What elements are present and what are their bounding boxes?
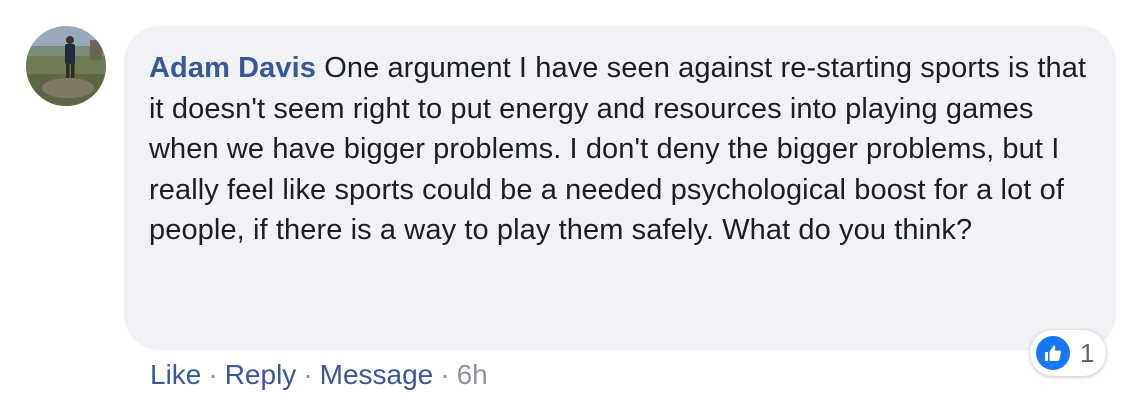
timestamp[interactable]: 6h [457, 359, 488, 390]
thumbs-up-icon [1034, 334, 1072, 372]
separator-dot: · [303, 359, 313, 390]
reaction-summary[interactable]: 1 [1030, 330, 1107, 376]
reply-button[interactable]: Reply [225, 359, 297, 390]
comment-actions: Like · Reply · Message · 6h [150, 357, 488, 393]
previous-reply-fragment [150, 0, 340, 6]
comment-thread: Adam Davis One argument I have seen agai… [0, 0, 1140, 415]
author-name[interactable]: Adam Davis [149, 52, 316, 84]
message-button[interactable]: Message [320, 359, 434, 390]
avatar-photo [26, 26, 106, 106]
comment-bubble: Adam Davis One argument I have seen agai… [124, 26, 1116, 350]
reaction-count: 1 [1080, 337, 1095, 368]
comment-body: Adam Davis One argument I have seen agai… [149, 48, 1092, 251]
separator-dot: · [208, 359, 218, 390]
like-button[interactable]: Like [150, 359, 201, 390]
avatar[interactable] [26, 26, 106, 106]
separator-dot: · [440, 359, 450, 390]
